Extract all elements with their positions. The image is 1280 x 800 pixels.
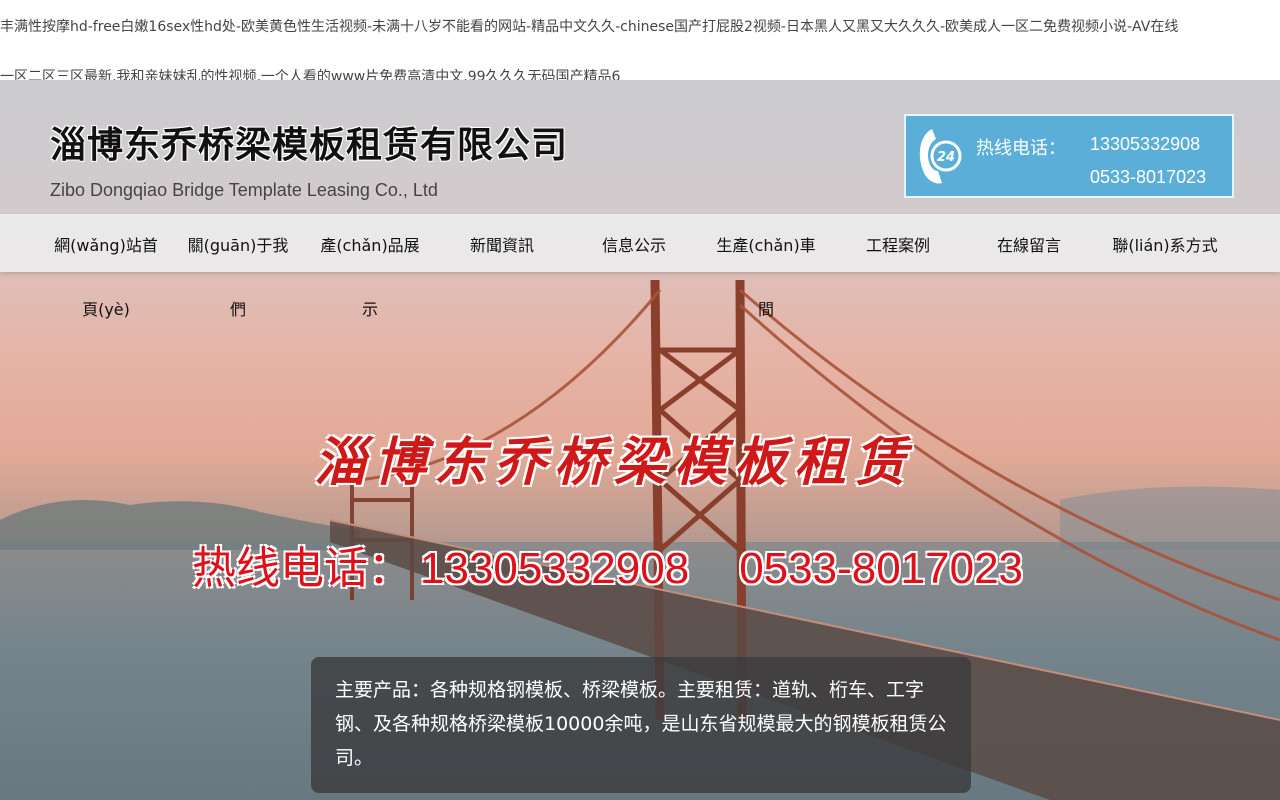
banner-hotline-mobile: 13305332908	[420, 544, 690, 593]
site-header: 淄博东乔桥梁模板租赁有限公司 Zibo Dongqiao Bridge Temp…	[0, 80, 1280, 214]
nav-item-home[interactable]: 網(wǎng)站首 頁(yè)	[40, 214, 172, 334]
top-links-line-2[interactable]: 一区二区三区最新,我和亲妹妹乱的性视频,一个人看的www片免费高清中文,99久久…	[0, 66, 1280, 80]
nav-label-line1: 工程案例	[865, 236, 930, 255]
company-logo-en: Zibo Dongqiao Bridge Template Leasing Co…	[50, 180, 438, 200]
hero-banner: 淄博东乔桥梁模板租赁有限公司 Zibo Dongqiao Bridge Temp…	[0, 80, 1280, 800]
top-link-bar: 丰满性按摩hd-free白嫩16sex性hd处-欧美黄色性生活视频-未满十八岁不…	[0, 0, 1280, 80]
nav-label-line1: 聯(lián)系方式	[1112, 236, 1218, 255]
nav-label-line2: 示	[361, 300, 378, 319]
company-logo-cn[interactable]: 淄博东乔桥梁模板租赁有限公司	[50, 116, 568, 168]
nav-label-line1: 在線留言	[996, 236, 1061, 255]
nav-label-line2: 們	[229, 300, 246, 319]
banner-title: 淄博东乔桥梁模板租赁	[314, 432, 915, 493]
top-links-line-1[interactable]: 丰满性按摩hd-free白嫩16sex性hd处-欧美黄色性生活视频-未满十八岁不…	[0, 16, 1280, 36]
banner-hotline-phone: 0533-8017023	[739, 544, 1024, 593]
main-nav: 網(wǎng)站首 頁(yè) 關(guān)于我 們 產(chǎn)品展 示 …	[0, 214, 1280, 319]
nav-item-products[interactable]: 產(chǎn)品展 示	[304, 214, 436, 334]
nav-item-news[interactable]: 新聞資訊	[436, 214, 568, 334]
hotline-box: 24 热线电话： 13305332908 0533-8017023	[904, 114, 1234, 198]
nav-item-about[interactable]: 關(guān)于我 們	[172, 214, 304, 334]
banner-hotline: 热线电话： 13305332908 0533-8017023	[192, 532, 1023, 596]
nav-item-cases[interactable]: 工程案例	[832, 214, 964, 334]
nav-label-line1: 新聞資訊	[469, 236, 534, 255]
nav-item-message[interactable]: 在線留言	[963, 214, 1095, 334]
nav-item-workshop[interactable]: 生產(chǎn)車 間	[700, 214, 832, 334]
nav-item-contact[interactable]: 聯(lián)系方式	[1095, 214, 1235, 334]
nav-label-line1: 網(wǎng)站首	[54, 236, 158, 255]
nav-label-line2: 間	[757, 300, 774, 319]
hotline-label: 热线电话：	[976, 138, 1066, 159]
hotline-phone: 0533-8017023	[1090, 167, 1207, 187]
svg-text:24: 24	[937, 150, 955, 165]
hotline-mobile: 13305332908	[1090, 134, 1201, 154]
phone-24h-icon: 24	[919, 129, 962, 184]
nav-label-line1: 生產(chǎn)車	[716, 236, 816, 255]
nav-label-line1: 關(guān)于我	[187, 236, 289, 255]
nav-label-line1: 產(chǎn)品展	[320, 236, 420, 255]
nav-item-info[interactable]: 信息公示	[568, 214, 700, 334]
nav-label-line1: 信息公示	[601, 236, 666, 255]
company-description: 主要产品：各种规格钢模板、桥梁模板。主要租赁：道轨、桁车、工字钢、及各种规格桥梁…	[311, 657, 971, 793]
nav-label-line2: 頁(yè)	[82, 300, 130, 319]
banner-hotline-label: 热线电话：	[192, 544, 412, 593]
